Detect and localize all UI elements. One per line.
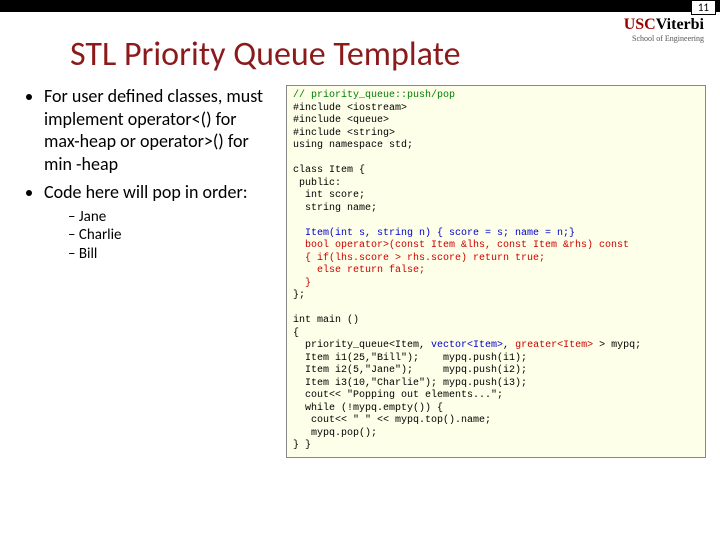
code-line: ,	[503, 340, 515, 351]
code-line: int score;	[293, 190, 365, 201]
bullet-1: For user defined classes, must implement…	[44, 85, 276, 175]
top-bar	[0, 0, 720, 12]
code-vector: vector<Item>	[431, 340, 503, 351]
code-op: { if(lhs.score > rhs.score) return true;	[293, 253, 545, 264]
code-line: {	[293, 328, 299, 339]
slide-title: STL Priority Queue Template	[70, 34, 720, 75]
bullet-2-text: Code here will pop in order:	[44, 181, 248, 203]
code-line: Item i1(25,"Bill"); mypq.push(i1);	[293, 353, 527, 364]
content-row: For user defined classes, must implement…	[0, 85, 720, 458]
code-line: Item i3(10,"Charlie"); mypq.push(i3);	[293, 378, 527, 389]
logo-viterbi: Viterbi	[656, 16, 704, 33]
code-greater: greater<Item>	[515, 340, 593, 351]
code-line: mypq.pop();	[293, 428, 377, 439]
sub-bullet-charlie: Charlie	[68, 226, 276, 245]
sub-bullet-jane: Jane	[68, 208, 276, 227]
code-line: cout<< " " << mypq.top().name;	[293, 415, 491, 426]
code-line: #include <string>	[293, 128, 395, 139]
code-line: int main ()	[293, 315, 359, 326]
code-block: // priority_queue::push/pop #include <io…	[286, 85, 706, 458]
bullet-2: Code here will pop in order: Jane Charli…	[44, 181, 276, 264]
code-comment: // priority_queue::push/pop	[293, 90, 455, 101]
code-line: #include <iostream>	[293, 103, 407, 114]
code-line: while (!mypq.empty()) {	[293, 403, 443, 414]
code-line: };	[293, 290, 305, 301]
code-op: else return false;	[293, 265, 425, 276]
logo-usc: USC	[624, 16, 656, 33]
bullet-column: For user defined classes, must implement…	[26, 85, 276, 458]
code-line: public:	[293, 178, 341, 189]
code-line: priority_queue<Item,	[293, 340, 431, 351]
code-line: cout<< "Popping out elements...";	[293, 390, 503, 401]
logo-main: USCViterbi	[624, 16, 704, 34]
page-number: 11	[691, 0, 716, 15]
logo-subtitle: School of Engineering	[624, 34, 704, 43]
code-line: } }	[293, 440, 311, 451]
code-line: Item i2(5,"Jane"); mypq.push(i2);	[293, 365, 527, 376]
code-ctor: Item(int s, string n) { score = s; name …	[293, 228, 575, 239]
sub-bullet-bill: Bill	[68, 245, 276, 264]
code-line: #include <queue>	[293, 115, 389, 126]
logo-block: USCViterbi School of Engineering	[624, 16, 704, 43]
code-line: > mypq;	[593, 340, 641, 351]
code-line: class Item {	[293, 165, 365, 176]
code-line: string name;	[293, 203, 377, 214]
code-op: bool operator>(const Item &lhs, const It…	[293, 240, 629, 251]
code-op: }	[293, 278, 311, 289]
code-line: using namespace std;	[293, 140, 413, 151]
